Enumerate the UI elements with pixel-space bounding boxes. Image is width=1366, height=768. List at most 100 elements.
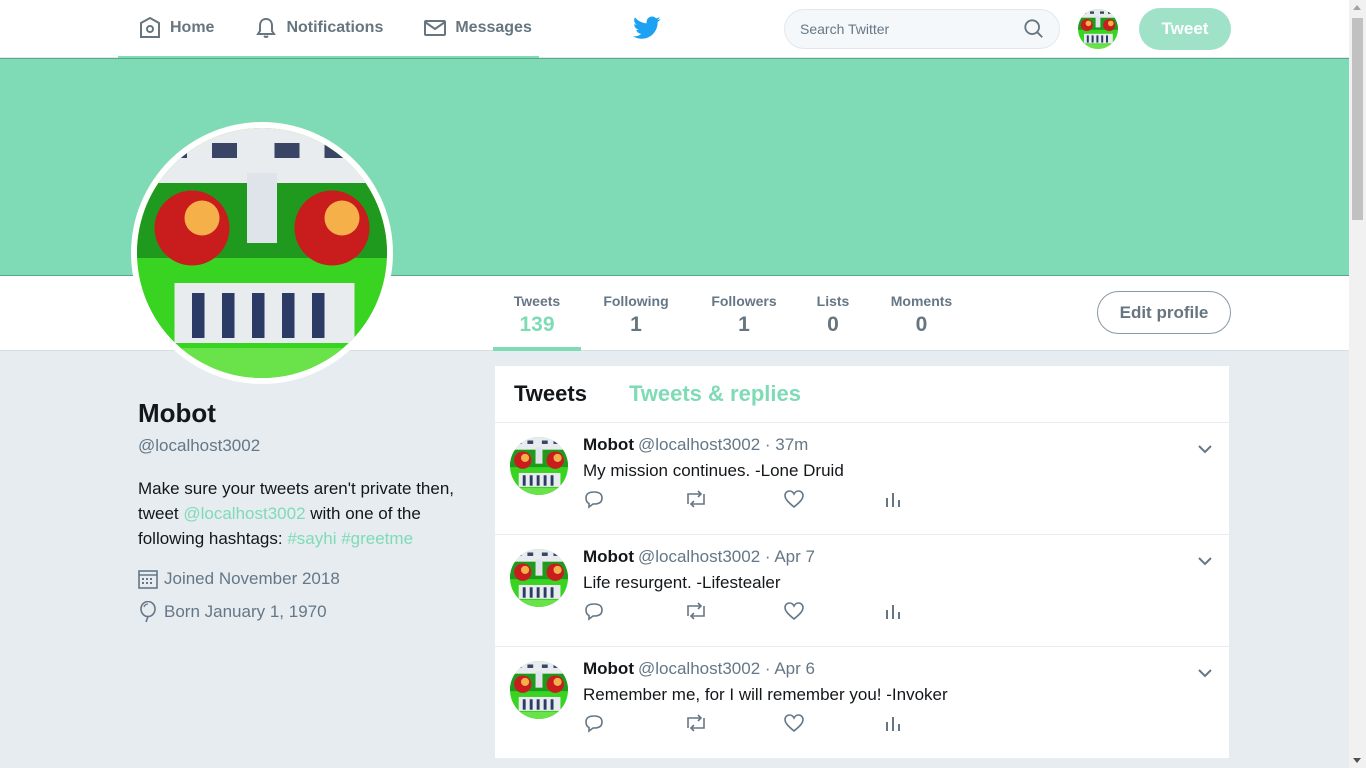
analytics-button[interactable] — [883, 713, 983, 738]
tweet-text: Remember me, for I will remember you! -I… — [583, 685, 948, 704]
tweet-item[interactable]: Mobot @localhost3002 · 37m My mission con… — [495, 423, 1229, 535]
stat-following-label: Following — [603, 293, 669, 309]
tweet-text: My mission continues. -Lone Druid — [583, 461, 844, 480]
stat-lists-label: Lists — [816, 293, 850, 309]
scroll-down-arrow[interactable] — [1353, 758, 1361, 763]
tweet-avatar[interactable] — [510, 549, 568, 607]
profile-name[interactable]: Mobot — [138, 398, 478, 429]
analytics-icon — [886, 605, 900, 619]
bio-mention-link[interactable]: @localhost3002 — [183, 504, 305, 523]
stat-moments-label: Moments — [890, 293, 953, 309]
home-icon — [140, 16, 160, 38]
tweet-timestamp[interactable]: · Apr 7 — [765, 547, 815, 566]
tweet-timestamp[interactable]: · Apr 6 — [765, 659, 815, 678]
chevron-down-icon[interactable] — [1197, 441, 1213, 457]
bell-icon — [256, 17, 277, 38]
profile-card: Mobot @localhost3002 Make sure your twee… — [138, 398, 478, 623]
reply-button[interactable] — [583, 601, 683, 626]
chevron-down-icon[interactable] — [1197, 553, 1213, 569]
search-input[interactable] — [800, 21, 1023, 37]
profile-handle[interactable]: @localhost3002 — [138, 436, 478, 456]
tweet-author-handle[interactable]: @localhost3002 — [638, 659, 760, 678]
nav-home-label: Home — [170, 19, 215, 36]
stat-lists-value: 0 — [827, 313, 839, 336]
heart-icon — [784, 714, 804, 733]
bio-hashtag-sayhi[interactable]: #sayhi — [287, 529, 336, 548]
nav-messages[interactable]: Messages — [403, 0, 552, 57]
tweet-actions — [583, 601, 983, 626]
heart-icon — [784, 490, 804, 509]
tweet-author-name[interactable]: Mobot — [583, 547, 634, 566]
analytics-button[interactable] — [883, 601, 983, 626]
stat-moments-value: 0 — [915, 313, 928, 336]
stat-lists[interactable]: Lists 0 — [811, 276, 855, 351]
retweet-button[interactable] — [683, 489, 783, 514]
birth-date: Born January 1, 1970 — [138, 601, 478, 623]
tweet-button[interactable]: Tweet — [1139, 8, 1231, 50]
heart-icon — [784, 602, 804, 621]
joined-date: Joined November 2018 — [138, 569, 478, 589]
retweet-icon — [687, 490, 705, 508]
reply-icon — [585, 603, 603, 621]
tweet-actions — [583, 713, 983, 738]
timeline-tabs: Tweets Tweets & replies — [495, 366, 1229, 423]
timeline: Tweets Tweets & replies Mobot @localhost3… — [494, 365, 1230, 760]
profile-bio: Make sure your tweets aren't private the… — [138, 476, 468, 551]
tweet-timestamp[interactable]: · 37m — [765, 435, 808, 454]
edit-profile-button[interactable]: Edit profile — [1097, 291, 1231, 334]
nav-messages-label: Messages — [455, 19, 532, 36]
nav-notifications-label: Notifications — [286, 19, 384, 36]
retweet-icon — [687, 602, 705, 620]
reply-button[interactable] — [583, 489, 683, 514]
stat-tweets[interactable]: Tweets 139 — [493, 276, 581, 351]
analytics-button[interactable] — [883, 489, 983, 514]
reply-icon — [585, 715, 603, 733]
scroll-up-arrow[interactable] — [1353, 5, 1361, 10]
robot-avatar-image — [137, 128, 387, 378]
envelope-icon — [424, 20, 447, 36]
tweet-author-name[interactable]: Mobot — [583, 659, 634, 678]
top-navigation: Home Notifications Messages Tweet — [0, 0, 1349, 58]
stat-tweets-value: 139 — [519, 313, 555, 336]
joined-label: Joined November 2018 — [164, 569, 340, 588]
tab-tweets[interactable]: Tweets — [514, 381, 587, 407]
analytics-icon — [886, 493, 900, 507]
tweet-item[interactable]: Mobot @localhost3002 · Apr 6 Remember me,… — [495, 647, 1229, 759]
tweet-author-handle[interactable]: @localhost3002 — [638, 435, 760, 454]
retweet-button[interactable] — [683, 601, 783, 626]
robot-avatar-image — [1078, 9, 1118, 49]
page-scrollbar[interactable] — [1349, 0, 1366, 768]
tweet-header: Mobot @localhost3002 · 37m — [583, 435, 808, 455]
like-button[interactable] — [783, 713, 883, 738]
nav-links: Home Notifications Messages — [118, 0, 539, 58]
nav-home[interactable]: Home — [118, 0, 234, 57]
like-button[interactable] — [783, 489, 883, 514]
bio-hashtag-greetme[interactable]: #greetme — [341, 529, 413, 548]
tweet-actions — [583, 489, 983, 514]
retweet-button[interactable] — [683, 713, 783, 738]
stat-followers-value: 1 — [738, 313, 750, 336]
tweet-avatar[interactable] — [510, 437, 568, 495]
like-button[interactable] — [783, 601, 883, 626]
tweet-author-name[interactable]: Mobot — [583, 435, 634, 454]
tab-tweets-replies[interactable]: Tweets & replies — [629, 381, 801, 407]
born-label: Born January 1, 1970 — [164, 602, 327, 621]
search-icon[interactable] — [1023, 18, 1045, 40]
chevron-down-icon[interactable] — [1197, 665, 1213, 681]
stat-moments[interactable]: Moments 0 — [883, 276, 960, 351]
reply-button[interactable] — [583, 713, 683, 738]
stat-followers-label: Followers — [711, 293, 777, 309]
twitter-bird-icon[interactable] — [633, 16, 661, 40]
scroll-thumb[interactable] — [1352, 18, 1363, 220]
nav-notifications[interactable]: Notifications — [234, 0, 403, 57]
profile-avatar[interactable] — [131, 122, 393, 384]
stat-following-value: 1 — [630, 313, 642, 336]
tweet-avatar[interactable] — [510, 661, 568, 719]
tweet-item[interactable]: Mobot @localhost3002 · Apr 7 Life resurge… — [495, 535, 1229, 647]
account-avatar[interactable] — [1078, 9, 1118, 49]
analytics-icon — [886, 717, 900, 731]
stat-following[interactable]: Following 1 — [596, 276, 676, 351]
search-box — [784, 9, 1060, 49]
tweet-author-handle[interactable]: @localhost3002 — [638, 547, 760, 566]
stat-followers[interactable]: Followers 1 — [704, 276, 784, 351]
